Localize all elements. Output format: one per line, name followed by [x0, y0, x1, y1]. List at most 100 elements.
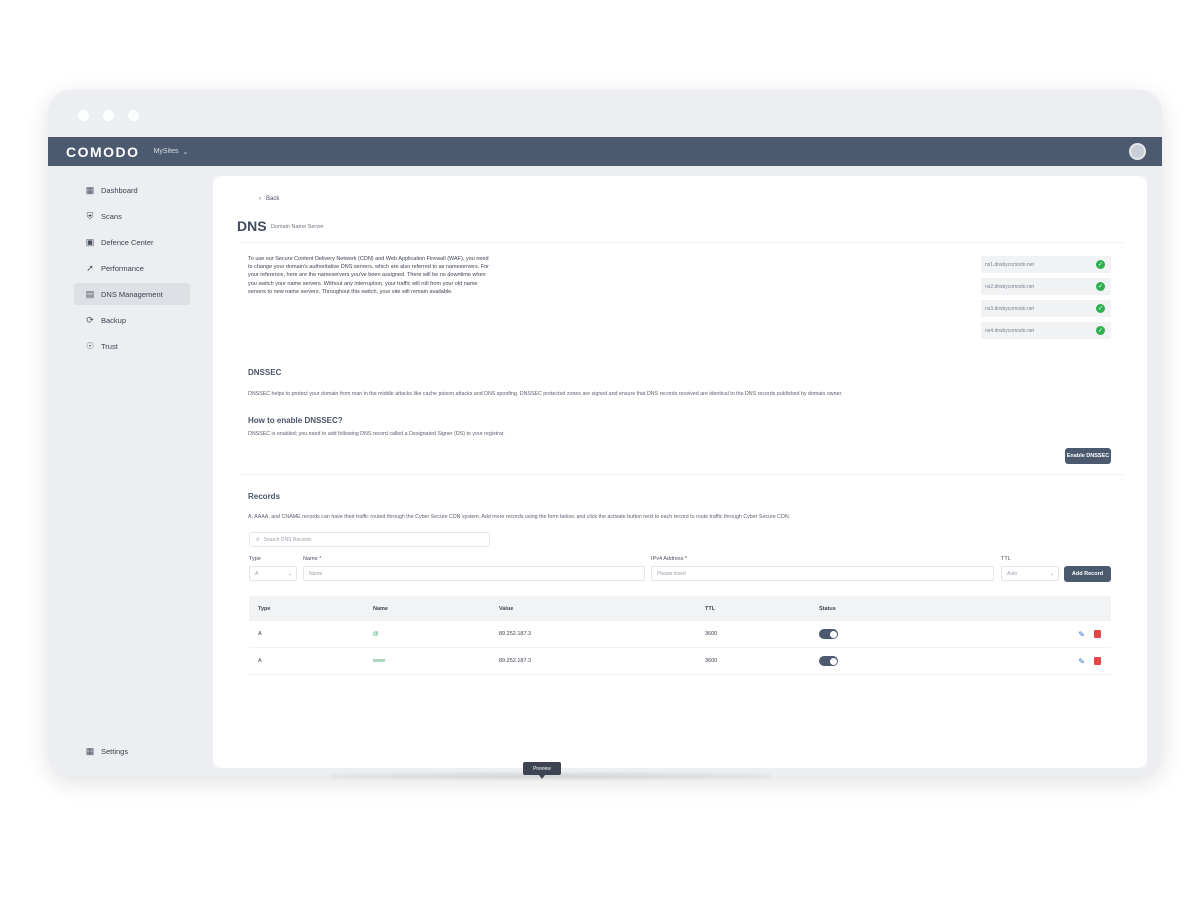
sidebar-item-label: Dashboard — [101, 185, 138, 195]
nameserver-label: ns2.dnsbycomodo.net — [985, 283, 1034, 290]
trash-icon[interactable] — [1094, 630, 1101, 638]
edit-icon[interactable]: ✎ — [1078, 657, 1085, 666]
nameservers-intro: To use our Secure Content Delivery Netwo… — [248, 256, 490, 295]
browser-window: COMODO MySites ⌄ ▦ Dashboard ⛨ Scans ▣ D… — [48, 90, 1162, 776]
sidebar-item-settings[interactable]: ▦ Settings — [85, 746, 128, 756]
sidebar-item-label: Settings — [101, 746, 129, 756]
window-dot-maximize[interactable] — [128, 110, 139, 121]
search-input[interactable]: ⚲ Search DNS Records — [249, 532, 490, 547]
shield-icon: ⛨ — [86, 210, 94, 221]
name-field[interactable]: Name — [303, 566, 645, 581]
enable-dnssec-button[interactable]: Enable DNSSEC — [1065, 448, 1111, 464]
ipv4-field-placeholder: Please insert — [657, 570, 686, 577]
nameserver-label: ns4.dnsbycomodo.net — [985, 327, 1034, 334]
search-icon: ⚲ — [256, 536, 260, 543]
section-divider — [239, 474, 1123, 475]
nameservers-card: To use our Secure Content Delivery Netwo… — [239, 242, 1123, 352]
rocket-icon: ➚ — [86, 262, 94, 273]
dnssec-description: DNSSEC helps to protect your domain from… — [248, 391, 843, 397]
status-toggle[interactable] — [819, 656, 838, 666]
type-select-value: A — [255, 570, 259, 577]
ttl-label: TTL — [1001, 556, 1011, 562]
dnssec-title: DNSSEC — [248, 368, 282, 377]
sidebar-item-trust[interactable]: ☉ Trust — [74, 335, 190, 357]
add-record-button[interactable]: Add Record — [1064, 566, 1111, 582]
column-header-name: Name — [373, 605, 388, 612]
window-dot-close[interactable] — [78, 110, 89, 121]
trash-icon[interactable] — [1094, 657, 1101, 665]
sidebar-item-label: Defence Center — [101, 237, 154, 247]
record-type: A — [258, 631, 262, 637]
sidebar-item-backup[interactable]: ⟳ Backup — [74, 309, 190, 331]
back-label: Back — [266, 196, 280, 202]
chevron-left-icon: ‹ — [259, 196, 261, 202]
name-label: Name * — [303, 556, 322, 562]
table-row: A @ 89.252.187.3 3600 ✎ — [249, 621, 1111, 648]
sidebar-item-label: Trust — [101, 341, 118, 351]
record-value: 89.252.187.3 — [499, 658, 532, 664]
dns-icon: ▤ — [85, 288, 95, 299]
dnssec-howto-text: DNSSEC is enabled; you need to add follo… — [248, 431, 505, 437]
type-label: Type — [249, 556, 261, 562]
check-icon: ✓ — [1096, 326, 1105, 335]
record-ttl: 3600 — [705, 658, 718, 664]
sidebar-item-label: Backup — [101, 315, 127, 325]
column-header-type: Type — [258, 605, 271, 612]
backup-icon: ⟳ — [86, 314, 94, 325]
nameserver-item: ns4.dnsbycomodo.net ✓ — [981, 322, 1111, 339]
record-name-link[interactable]: www — [373, 658, 385, 664]
records-description: A, AAAA, and CNAME records can have thei… — [248, 514, 791, 520]
settings-icon: ▦ — [85, 745, 95, 756]
status-toggle[interactable] — [819, 629, 838, 639]
chevron-down-icon: ⌄ — [182, 148, 189, 156]
sidebar-item-performance[interactable]: ➚ Performance — [74, 257, 190, 279]
search-placeholder: Search DNS Records — [263, 536, 312, 543]
dashboard-icon: ▦ — [85, 184, 95, 195]
avatar[interactable] — [1129, 143, 1146, 160]
edit-icon[interactable]: ✎ — [1078, 630, 1085, 639]
table-row: A www 89.252.187.3 3600 ✎ — [249, 648, 1111, 675]
nameserver-item: ns1.dnsbycomodo.net ✓ — [981, 256, 1111, 273]
check-icon: ✓ — [1096, 282, 1105, 291]
nameserver-label: ns3.dnsbycomodo.net — [985, 305, 1034, 312]
row-actions: ✎ — [1078, 630, 1101, 639]
comodo-logo[interactable]: COMODO — [66, 144, 140, 160]
window-dot-minimize[interactable] — [103, 110, 114, 121]
site-selector[interactable]: MySites ⌄ — [154, 148, 189, 156]
main-content: ‹ Back DNS Domain Name Server To use our… — [213, 176, 1147, 768]
sidebar-item-label: Scans — [101, 211, 122, 221]
page-subtitle: Domain Name Server — [271, 224, 324, 230]
record-name-link[interactable]: @ — [373, 631, 379, 637]
site-selector-label: MySites — [153, 148, 179, 155]
chevron-down-icon: ⌄ — [1049, 570, 1054, 577]
sidebar: ▦ Dashboard ⛨ Scans ▣ Defence Center ➚ P… — [48, 166, 208, 776]
trust-icon: ☉ — [85, 340, 95, 351]
type-select[interactable]: A ⌄ — [249, 566, 297, 581]
sidebar-item-dns-management[interactable]: ▤ DNS Management — [74, 283, 190, 305]
sidebar-item-label: DNS Management — [101, 289, 163, 299]
chevron-down-icon: ⌄ — [287, 570, 292, 577]
column-header-ttl: TTL — [705, 605, 716, 612]
check-icon: ✓ — [1096, 260, 1105, 269]
ttl-select[interactable]: Auto ⌄ — [1001, 566, 1059, 581]
ttl-select-value: Auto — [1007, 570, 1018, 577]
sidebar-item-scans[interactable]: ⛨ Scans — [74, 205, 190, 227]
sidebar-item-defence-center[interactable]: ▣ Defence Center — [74, 231, 190, 253]
nameserver-label: ns1.dnsbycomodo.net — [985, 261, 1034, 268]
sidebar-item-dashboard[interactable]: ▦ Dashboard — [74, 179, 190, 201]
window-controls — [78, 110, 139, 121]
records-title: Records — [248, 492, 281, 501]
check-icon: ✓ — [1096, 304, 1105, 313]
top-navbar: COMODO MySites ⌄ — [48, 137, 1162, 166]
sidebar-item-label: Performance — [101, 263, 144, 273]
preview-tooltip: Preview — [523, 762, 561, 779]
dnssec-howto-title: How to enable DNSSEC? — [248, 416, 343, 425]
records-table: Type Name Value TTL Status A @ 89.252.18… — [249, 596, 1111, 675]
name-field-placeholder: Name — [309, 570, 323, 577]
record-value: 89.252.187.3 — [499, 631, 532, 637]
ipv4-field[interactable]: Please insert — [651, 566, 994, 581]
back-link[interactable]: ‹ Back — [259, 196, 279, 202]
record-type: A — [258, 658, 262, 664]
defence-icon: ▣ — [85, 236, 95, 247]
page-title: DNS — [237, 218, 267, 234]
